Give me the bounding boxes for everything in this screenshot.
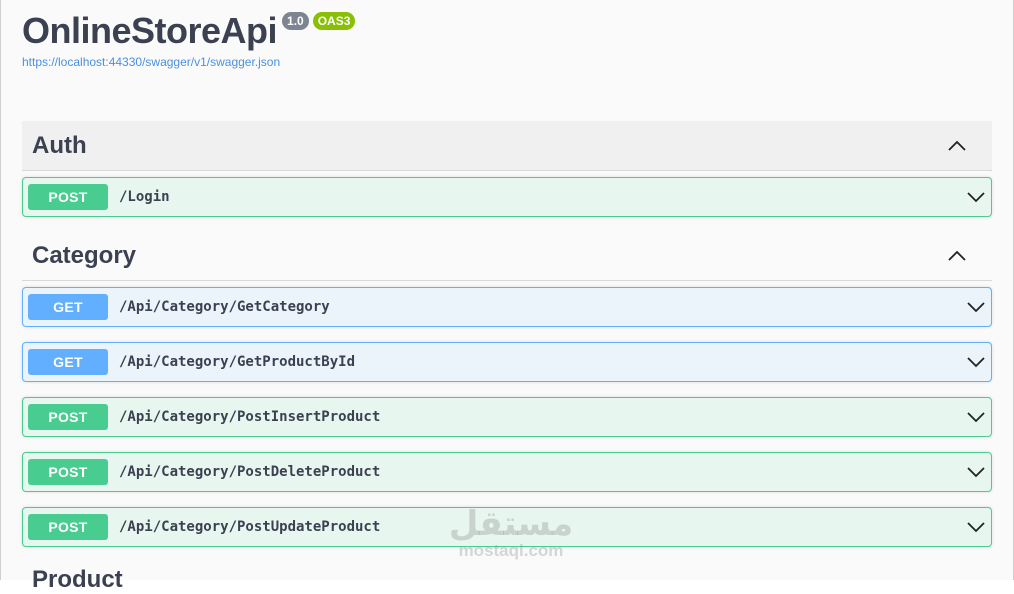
chevron-up-icon[interactable] bbox=[937, 131, 977, 161]
chevron-down-icon[interactable] bbox=[966, 517, 986, 537]
api-title: OnlineStoreApi bbox=[22, 10, 278, 51]
operation-path: /Api/Category/PostInsertProduct bbox=[119, 409, 381, 425]
tag-header-category[interactable]: Category bbox=[22, 231, 992, 281]
method-badge: POST bbox=[28, 459, 108, 485]
operation-get-category[interactable]: GET /Api/Category/GetCategory bbox=[22, 287, 992, 327]
chevron-down-icon[interactable] bbox=[966, 187, 986, 207]
tag-header-auth[interactable]: Auth bbox=[22, 121, 992, 171]
method-badge: GET bbox=[28, 294, 108, 320]
operation-path: /Api/Category/PostDeleteProduct bbox=[119, 464, 381, 480]
method-badge: GET bbox=[28, 349, 108, 375]
tag-name: Category bbox=[32, 241, 137, 269]
chevron-down-icon[interactable] bbox=[966, 297, 986, 317]
chevron-up-icon[interactable] bbox=[937, 241, 977, 271]
oas-badge: OAS3 bbox=[312, 12, 356, 30]
chevron-down-icon[interactable] bbox=[966, 462, 986, 482]
operation-post-login[interactable]: POST /Login bbox=[22, 177, 992, 217]
operation-path: /Login bbox=[119, 189, 170, 205]
version-badge: 1.0 bbox=[282, 12, 309, 30]
method-badge: POST bbox=[28, 514, 108, 540]
method-badge: POST bbox=[28, 404, 108, 430]
operation-post-delete-product[interactable]: POST /Api/Category/PostDeleteProduct bbox=[22, 452, 992, 492]
spec-url-link[interactable]: https://localhost:44330/swagger/v1/swagg… bbox=[22, 55, 355, 69]
tag-header-product[interactable]: Product bbox=[32, 566, 123, 594]
api-info: OnlineStoreApi 1.0 OAS3 https://localhos… bbox=[22, 8, 356, 69]
operation-post-update-product[interactable]: POST /Api/Category/PostUpdateProduct bbox=[22, 507, 992, 547]
operation-path: /Api/Category/GetCategory bbox=[119, 299, 330, 315]
chevron-down-icon[interactable] bbox=[966, 407, 986, 427]
operation-post-insert-product[interactable]: POST /Api/Category/PostInsertProduct bbox=[22, 397, 992, 437]
title-row: OnlineStoreApi 1.0 OAS3 bbox=[22, 8, 356, 54]
operation-path: /Api/Category/PostUpdateProduct bbox=[119, 519, 381, 535]
chevron-down-icon[interactable] bbox=[966, 352, 986, 372]
tag-name: Auth bbox=[32, 131, 87, 159]
operation-get-product-by-id[interactable]: GET /Api/Category/GetProductById bbox=[22, 342, 992, 382]
method-badge: POST bbox=[28, 184, 108, 210]
operation-path: /Api/Category/GetProductById bbox=[119, 354, 356, 370]
swagger-ui: OnlineStoreApi 1.0 OAS3 https://localhos… bbox=[0, 0, 1014, 593]
